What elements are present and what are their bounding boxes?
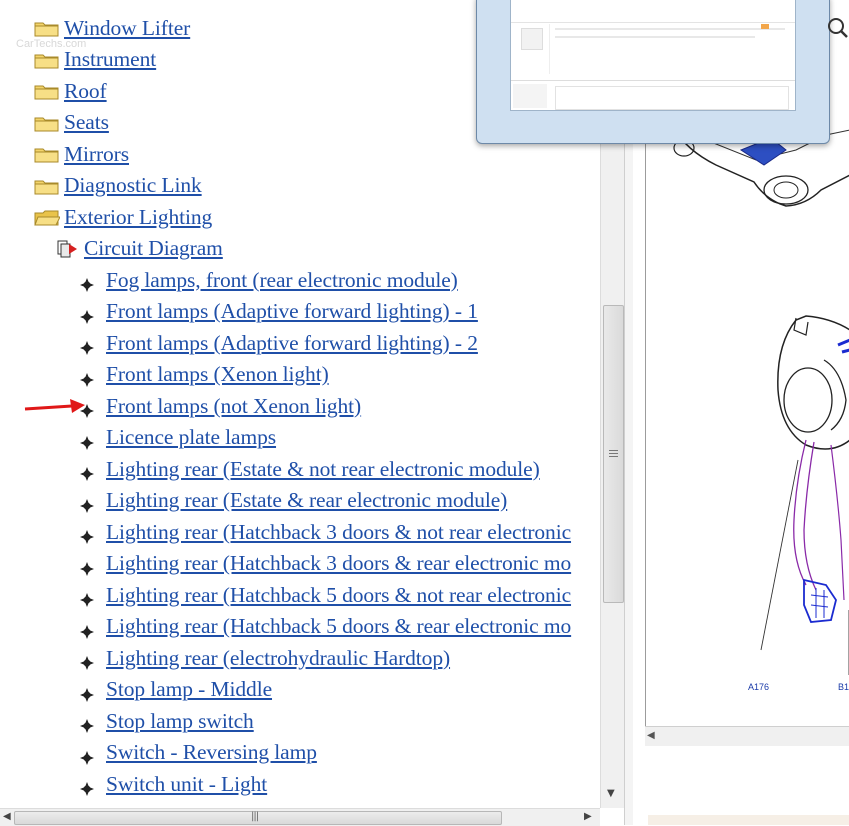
tree-item-link[interactable]: Lighting rear (Estate & rear electronic … — [106, 488, 507, 513]
tree-folder-label[interactable]: Roof — [64, 79, 107, 104]
tree-item-link[interactable]: Switch - Reversing lamp — [106, 740, 317, 765]
tree-folder-row[interactable]: Window Lifter — [34, 14, 190, 42]
tree-folder-row[interactable]: Seats — [34, 109, 109, 137]
tree-folder-label[interactable]: Exterior Lighting — [64, 205, 212, 230]
document-bullet-icon — [80, 494, 94, 513]
tree-item-row[interactable]: Fog lamps, front (rear electronic module… — [80, 266, 458, 294]
tree-item-link[interactable]: Front lamps (Xenon light) — [106, 362, 329, 387]
tree-item-row[interactable]: Lighting rear (electrohydraulic Hardtop) — [80, 644, 450, 672]
tree-subfolder-row[interactable]: Circuit Diagram — [56, 235, 223, 263]
document-bullet-icon — [80, 462, 94, 481]
tree-item-row[interactable]: Stop lamp switch — [80, 707, 254, 735]
tree-folder-label[interactable]: Mirrors — [64, 142, 129, 167]
document-bullet-icon — [80, 746, 94, 765]
folder-icon[interactable] — [34, 82, 60, 100]
tree-item-link[interactable]: Front lamps (Adaptive forward lighting) … — [106, 331, 478, 356]
folder-open-icon[interactable] — [34, 208, 61, 226]
tree-item-link[interactable]: Lighting rear (Hatchback 3 doors & not r… — [106, 520, 571, 545]
scroll-grip-icon: ||| — [251, 811, 259, 822]
tree-folder-label[interactable]: Window Lifter — [64, 16, 190, 41]
document-bullet-icon — [80, 368, 94, 387]
tree-item-link[interactable]: Lighting rear (Hatchback 3 doors & rear … — [106, 551, 571, 576]
tree-subfolder-label[interactable]: Circuit Diagram — [84, 236, 223, 261]
tree-folder-label[interactable]: Instrument — [64, 47, 156, 72]
tree-item-link[interactable]: Lighting rear (Hatchback 5 doors & not r… — [106, 583, 571, 608]
document-bullet-icon — [80, 683, 94, 702]
diagram-horizontal-scrollbar[interactable]: ◀ — [645, 726, 849, 746]
scroll-down-arrow-icon[interactable]: ▼ — [607, 788, 615, 799]
tree-item-row[interactable]: Switch - Reversing lamp — [80, 739, 317, 767]
folder-icon[interactable] — [34, 114, 60, 132]
status-strip — [648, 815, 849, 825]
tree-item-row[interactable]: Switch unit - Light — [80, 770, 267, 798]
zoom-icon[interactable] — [826, 16, 849, 40]
tree-item-link[interactable]: Licence plate lamps — [106, 425, 276, 450]
taskbar-thumbnail-preview[interactable] — [476, 0, 830, 144]
document-bullet-icon — [80, 588, 94, 607]
tree-folder-row[interactable]: Exterior Lighting — [34, 203, 212, 231]
tree-item-link[interactable]: Switch unit - Light — [106, 772, 267, 797]
tree-horizontal-scrollbar[interactable]: ◀ ||| ▶ — [0, 808, 600, 826]
horizontal-scroll-thumb[interactable]: ||| — [14, 811, 502, 825]
diagram-label-b1[interactable]: B1 — [838, 682, 849, 692]
tree-item-row[interactable]: Front lamps (Adaptive forward lighting) … — [80, 298, 478, 326]
tree-item-link[interactable]: Front lamps (Adaptive forward lighting) … — [106, 299, 478, 324]
tree-item-row[interactable]: Front lamps (not Xenon light) — [80, 392, 361, 420]
folder-icon[interactable] — [34, 177, 60, 195]
tree-item-link[interactable]: Front lamps (not Xenon light) — [106, 394, 361, 419]
document-bullet-icon — [80, 651, 94, 670]
thumbnail-content — [510, 0, 796, 111]
folder-icon[interactable] — [34, 19, 60, 37]
tree-item-row[interactable]: Lighting rear (Hatchback 3 doors & rear … — [80, 550, 571, 578]
document-bullet-icon — [80, 273, 94, 292]
tree-item-row[interactable]: Licence plate lamps — [80, 424, 276, 452]
tree-folder-row[interactable]: Diagnostic Link — [34, 172, 202, 200]
vertical-scroll-thumb[interactable] — [603, 305, 624, 603]
scroll-left-arrow-icon[interactable]: ◀ — [3, 811, 11, 822]
tree-item-link[interactable]: Stop lamp switch — [106, 709, 254, 734]
diagram-label-a176[interactable]: A176 — [748, 682, 769, 692]
tree-item-row[interactable]: Lighting rear (Hatchback 3 doors & not r… — [80, 518, 571, 546]
document-bullet-icon — [80, 336, 94, 355]
tree-folder-label[interactable]: Diagnostic Link — [64, 173, 202, 198]
scroll-right-arrow-icon[interactable]: ▶ — [584, 811, 592, 822]
circuit-diagram-icon[interactable] — [56, 238, 78, 260]
document-bullet-icon — [80, 777, 94, 796]
diagram-scroll-left-icon[interactable]: ◀ — [647, 730, 655, 741]
tree-item-row[interactable]: Lighting rear (Estate & rear electronic … — [80, 487, 507, 515]
tree-item-link[interactable]: Fog lamps, front (rear electronic module… — [106, 268, 458, 293]
tree-folder-row[interactable]: Mirrors — [34, 140, 129, 168]
document-bullet-icon — [80, 557, 94, 576]
red-arrow-annotation — [24, 399, 85, 413]
tree-item-row[interactable]: Lighting rear (Hatchback 5 doors & rear … — [80, 613, 571, 641]
document-bullet-icon — [80, 305, 94, 324]
tree-item-link[interactable]: Lighting rear (Hatchback 5 doors & rear … — [106, 614, 571, 639]
tree-item-link[interactable]: Stop lamp - Middle — [106, 677, 272, 702]
document-bullet-icon — [80, 525, 94, 544]
folder-icon[interactable] — [34, 51, 60, 69]
tree-item-link[interactable]: Lighting rear (Estate & not rear electro… — [106, 457, 540, 482]
tree-folder-row[interactable]: Instrument — [34, 46, 156, 74]
document-bullet-icon — [80, 714, 94, 733]
tree-folder-row[interactable]: Roof — [34, 77, 107, 105]
document-bullet-icon — [80, 431, 94, 450]
tree-item-row[interactable]: Front lamps (Adaptive forward lighting) … — [80, 329, 478, 357]
folder-icon[interactable] — [34, 145, 60, 163]
tree-folder-label[interactable]: Seats — [64, 110, 109, 135]
tree-item-row[interactable]: Lighting rear (Estate & not rear electro… — [80, 455, 540, 483]
tree-item-link[interactable]: Lighting rear (electrohydraulic Hardtop) — [106, 646, 450, 671]
tree-item-row[interactable]: Stop lamp - Middle — [80, 676, 272, 704]
document-bullet-icon — [80, 620, 94, 639]
tree-item-row[interactable]: Front lamps (Xenon light) — [80, 361, 329, 389]
tree-item-row[interactable]: Lighting rear (Hatchback 5 doors & not r… — [80, 581, 571, 609]
